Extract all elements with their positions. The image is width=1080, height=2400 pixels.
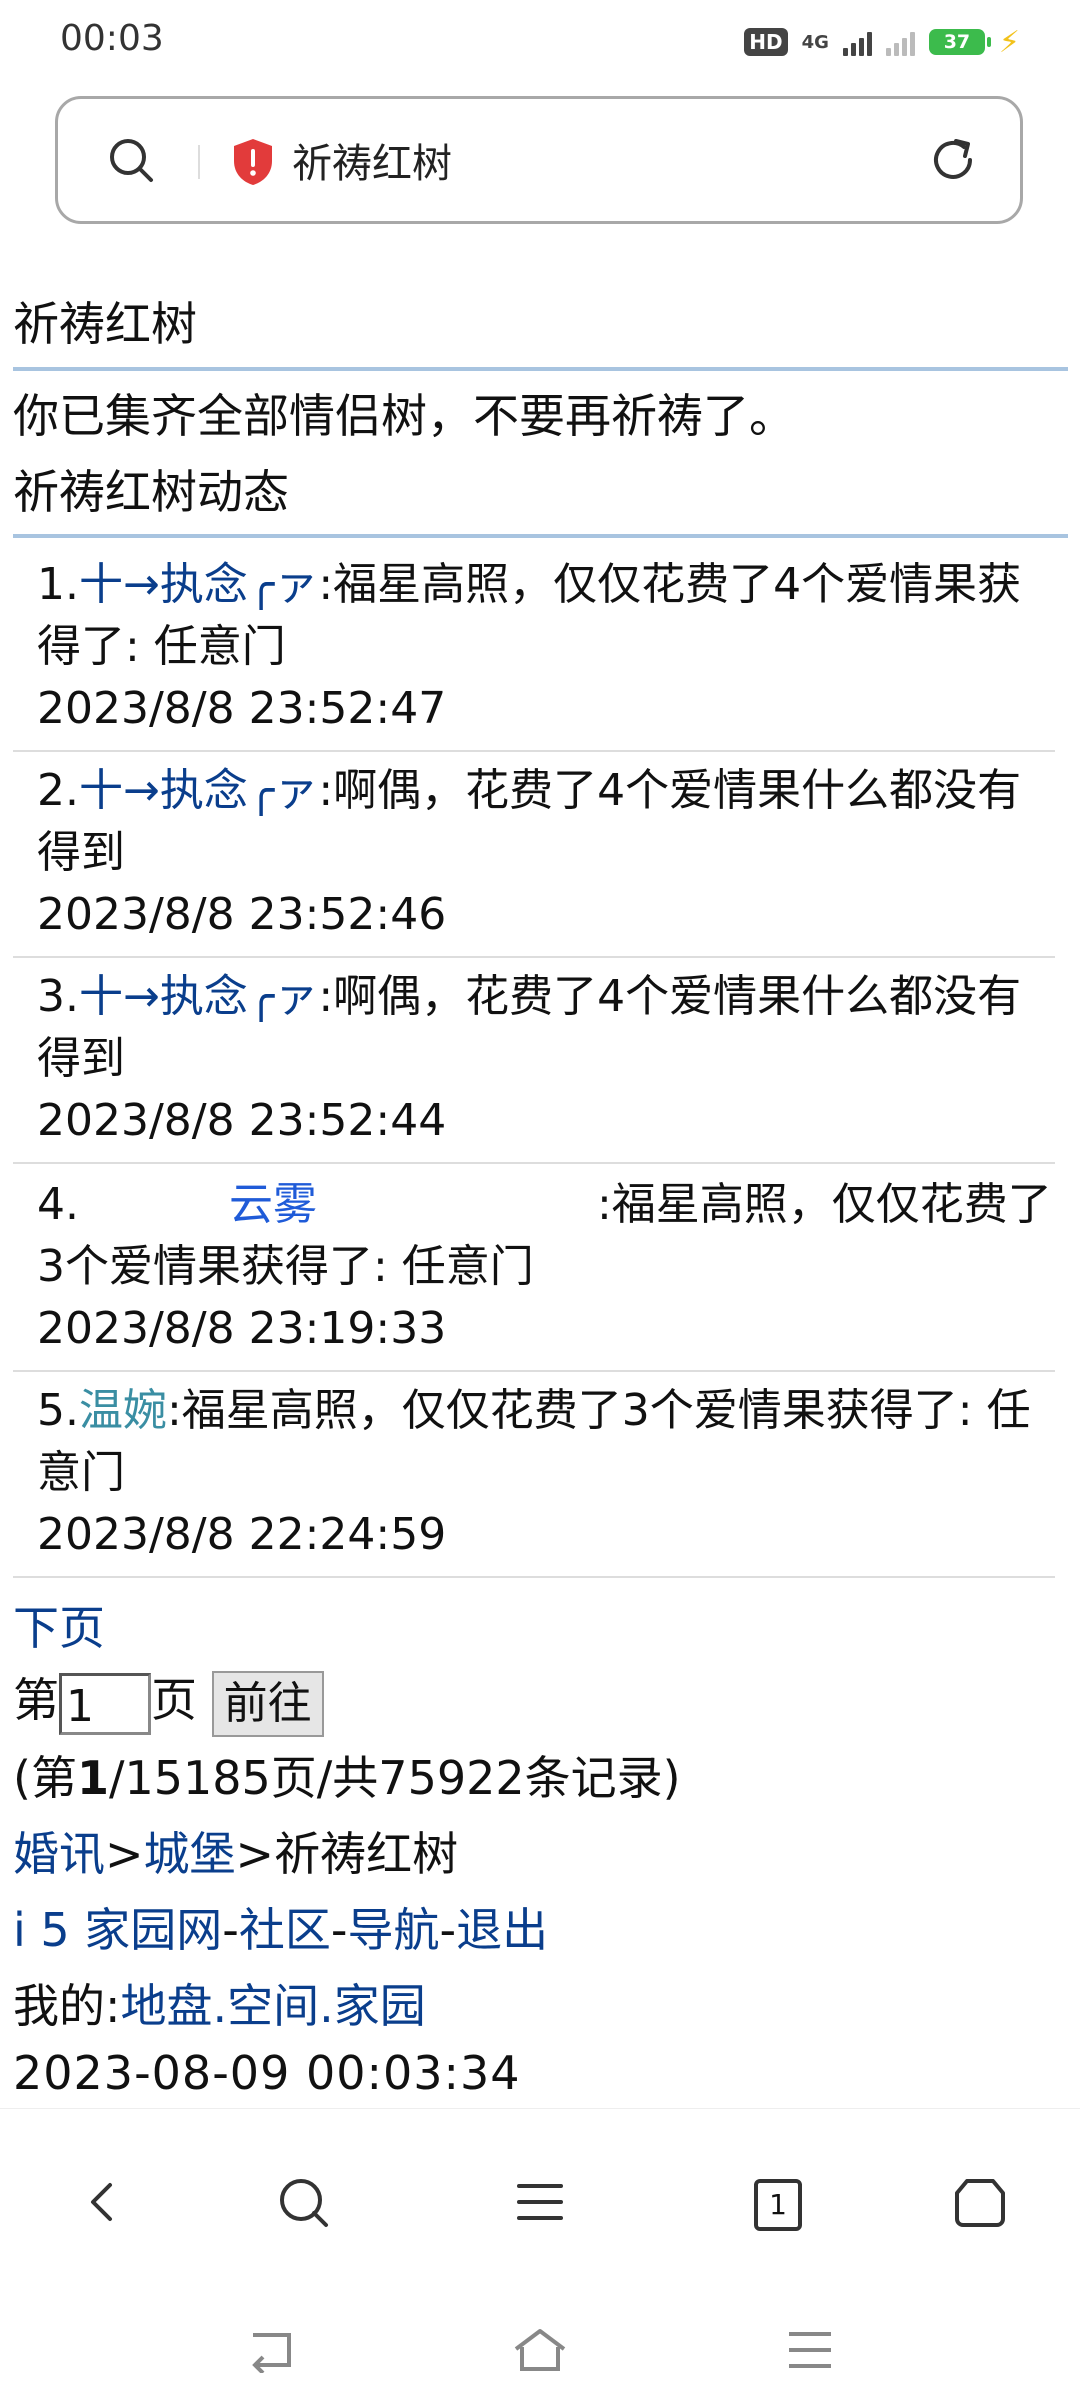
entry-time: 2023/8/8 23:52:47: [37, 683, 447, 734]
menu-button[interactable]: [505, 2167, 575, 2237]
user-link[interactable]: 云雾: [229, 1179, 317, 1230]
page-suffix: 页: [151, 1673, 197, 1727]
battery-icon: 37: [928, 29, 991, 55]
page-number-input[interactable]: 1: [59, 1672, 151, 1735]
list-item: 1.十→执念╭ァ:福星高照，仅仅花费了4个爱情果获得了: 任意门 2023/8/…: [37, 554, 1057, 740]
tab-count-icon: 1: [754, 2179, 802, 2231]
entry-index: 2.: [37, 765, 79, 816]
list-item: 4. 云雾:福星高照，仅仅花费了3个爱情果获得了: 任意门 2023/8/8 23…: [37, 1174, 1057, 1360]
page-prefix: 第: [13, 1673, 59, 1727]
list-item: 5.温婉:福星高照，仅仅花费了3个爱情果获得了: 任意门 2023/8/8 22…: [37, 1380, 1057, 1566]
status-bar: 00:03 HD 4G 37 ⚡: [0, 0, 1080, 86]
breadcrumb-current: 祈祷红树: [274, 1827, 459, 1881]
entry-time: 2023/8/8 23:52:46: [37, 889, 447, 940]
site-nav: i 5 家园网-社区-导航-退出: [13, 1894, 548, 1960]
status-icons: HD 4G 37 ⚡: [744, 22, 1020, 62]
user-link[interactable]: 温婉: [79, 1385, 167, 1436]
user-link[interactable]: 十→执念╭ァ: [79, 559, 318, 610]
land-link[interactable]: 地盘: [121, 1979, 213, 2033]
home-button[interactable]: [945, 2167, 1015, 2237]
search-icon: [280, 2179, 328, 2227]
divider: [13, 956, 1055, 958]
address-divider: [198, 145, 200, 179]
reload-icon[interactable]: [926, 133, 980, 187]
return-icon: [252, 2333, 291, 2373]
search-button[interactable]: [268, 2167, 338, 2237]
list-item: 3.十→执念╭ァ:啊偶，花费了4个爱情果什么都没有得到 2023/8/8 23:…: [37, 966, 1057, 1152]
user-link[interactable]: 十→执念╭ァ: [79, 765, 318, 816]
divider: [13, 534, 1068, 538]
home-garden-link[interactable]: 家园: [334, 1979, 426, 2033]
record-summary-rest: /15185页/共75922条记录): [108, 1751, 681, 1805]
logout-link[interactable]: 退出: [456, 1903, 548, 1957]
divider: [13, 750, 1055, 752]
community-link[interactable]: 社区: [239, 1903, 331, 1957]
space-link[interactable]: 空间: [227, 1979, 319, 2033]
link-separator: .: [212, 1979, 228, 2033]
breadcrumb-separator: >: [105, 1827, 144, 1881]
search-icon[interactable]: [106, 135, 156, 185]
divider: [13, 1370, 1055, 1372]
record-summary: (第1/15185页/共75922条记录): [13, 1742, 681, 1808]
entry-time: 2023/8/8 23:19:33: [37, 1303, 447, 1354]
system-recents-button[interactable]: [775, 2320, 845, 2380]
user-link[interactable]: 十→执念╭ァ: [79, 971, 318, 1022]
entry-index: 5.: [37, 1385, 79, 1436]
entry-index: 3.: [37, 971, 79, 1022]
charging-icon: ⚡: [998, 24, 1020, 60]
nav-separator: -: [330, 1903, 348, 1957]
entry-text: :福星高照，仅仅花费了3个爱情果获得了: 任意门: [37, 1179, 1052, 1292]
divider: [13, 1162, 1055, 1164]
browser-toolbar: 1: [0, 2108, 1080, 2299]
goto-button[interactable]: 前往: [211, 1670, 324, 1737]
tabs-button[interactable]: 1: [742, 2167, 812, 2237]
breadcrumb-link-news[interactable]: 婚讯: [13, 1827, 105, 1881]
entry-time: 2023/8/8 22:24:59: [37, 1509, 447, 1560]
home-icon: [955, 2179, 1005, 2227]
back-button[interactable]: [68, 2167, 138, 2237]
entry-text: :福星高照，仅仅花费了3个爱情果获得了: 任意门: [37, 1385, 1031, 1498]
nav-separator: -: [439, 1903, 457, 1957]
record-summary-open: (第: [13, 1751, 77, 1805]
signal-icon: [842, 28, 872, 56]
home-link[interactable]: i 5 家园网: [13, 1903, 222, 1957]
home-outline-icon: [514, 2329, 566, 2371]
list-item: 2.十→执念╭ァ:啊偶，花费了4个爱情果什么都没有得到 2023/8/8 23:…: [37, 760, 1057, 946]
hd-icon: HD: [744, 28, 788, 56]
page-jump: 第1页 前往: [13, 1664, 324, 1737]
divider: [13, 367, 1068, 371]
address-title[interactable]: 祈祷红树: [292, 131, 452, 189]
link-separator: .: [319, 1979, 334, 2033]
navigation-link[interactable]: 导航: [348, 1903, 440, 1957]
server-timestamp: 2023-08-09 00:03:34: [13, 2046, 521, 2100]
breadcrumb: 婚讯>城堡>祈祷红树: [13, 1818, 458, 1884]
menu-icon: [517, 2184, 563, 2220]
system-back-button[interactable]: [236, 2320, 306, 2380]
back-icon: [91, 2183, 112, 2221]
entry-index: 1.: [37, 559, 79, 610]
recents-icon: [789, 2332, 831, 2368]
nav-separator: -: [222, 1903, 239, 1957]
network-type: 4G: [801, 31, 829, 53]
record-current-page: 1: [76, 1751, 109, 1805]
mine-label: 我的:: [13, 1979, 121, 2033]
address-bar[interactable]: 祈祷红树: [55, 96, 1023, 224]
status-message: 你已集齐全部情侣树，不要再祈祷了。: [13, 389, 795, 443]
entry-index: 4.: [37, 1179, 79, 1230]
divider: [13, 1576, 1055, 1578]
status-time: 00:03: [60, 18, 164, 59]
page-title: 祈祷红树: [13, 297, 197, 351]
breadcrumb-link-castle[interactable]: 城堡: [144, 1827, 236, 1881]
entry-time: 2023/8/8 23:52:44: [37, 1095, 447, 1146]
signal-2-icon: [885, 28, 915, 56]
shield-alert-icon[interactable]: [230, 137, 276, 187]
section-title: 祈祷红树动态: [13, 465, 289, 519]
next-page-link[interactable]: 下页: [13, 1592, 105, 1658]
breadcrumb-separator: >: [235, 1827, 275, 1881]
mine-links: 我的:地盘.空间.家园: [13, 1970, 426, 2036]
system-navigation-bar: [0, 2298, 1080, 2400]
system-home-button[interactable]: [505, 2320, 575, 2380]
